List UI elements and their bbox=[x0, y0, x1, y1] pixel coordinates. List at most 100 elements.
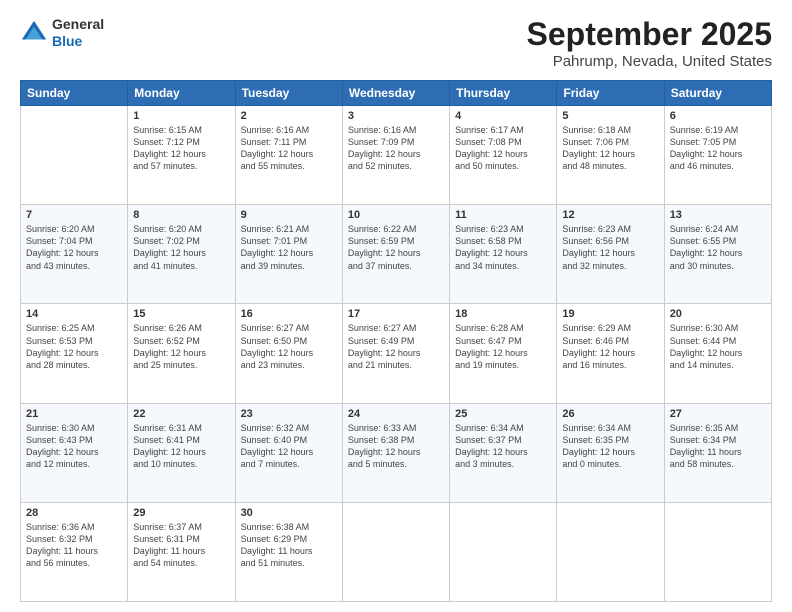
calendar-cell-w2d1: 7 Sunrise: 6:20 AM Sunset: 7:04 PM Daylig… bbox=[21, 205, 128, 304]
day-content: Sunrise: 6:22 AM Sunset: 6:59 PM Dayligh… bbox=[348, 223, 444, 272]
calendar-cell-w4d2: 22Sunrise: 6:31 AM Sunset: 6:41 PM Dayli… bbox=[128, 403, 235, 502]
title-section: September 2025 Pahrump, Nevada, United S… bbox=[527, 16, 772, 70]
calendar-cell-w3d3: 16Sunrise: 6:27 AM Sunset: 6:50 PM Dayli… bbox=[235, 304, 342, 403]
day-number: 3 bbox=[348, 110, 444, 122]
col-tuesday: Tuesday bbox=[235, 81, 342, 106]
day-content: Sunrise: 6:30 AM Sunset: 6:44 PM Dayligh… bbox=[670, 322, 766, 371]
calendar-cell-w5d6 bbox=[557, 502, 664, 601]
day-content: Sunrise: 6:23 AM Sunset: 6:58 PM Dayligh… bbox=[455, 223, 551, 272]
col-sunday: Sunday bbox=[21, 81, 128, 106]
day-number: 12 bbox=[562, 209, 658, 221]
col-saturday: Saturday bbox=[664, 81, 771, 106]
day-number: 27 bbox=[670, 408, 766, 420]
header: General Blue September 2025 Pahrump, Nev… bbox=[20, 16, 772, 70]
calendar-cell-w3d2: 15 Sunrise: 6:26 AM Sunset: 6:52 PM Dayli… bbox=[128, 304, 235, 403]
calendar-cell-w4d7: 27 Sunrise: 6:35 AM Sunset: 6:34 PM Dayli… bbox=[664, 403, 771, 502]
calendar-cell-w1d4: 3 Sunrise: 6:16 AM Sunset: 7:09 PM Daylig… bbox=[342, 106, 449, 205]
day-content: Sunrise: 6:20 AM Sunset: 7:04 PM Dayligh… bbox=[26, 223, 122, 272]
day-number: 7 bbox=[26, 209, 122, 221]
day-number: 2 bbox=[241, 110, 337, 122]
day-content: Sunrise: 6:16 AM Sunset: 7:11 PM Dayligh… bbox=[241, 124, 337, 173]
day-number: 16 bbox=[241, 308, 337, 320]
col-thursday: Thursday bbox=[450, 81, 557, 106]
calendar-cell-w5d1: 28 Sunrise: 6:36 AM Sunset: 6:32 PM Dayli… bbox=[21, 502, 128, 601]
day-content: Sunrise: 6:37 AM Sunset: 6:31 PM Dayligh… bbox=[133, 521, 229, 570]
calendar-cell-w3d1: 14Sunrise: 6:25 AM Sunset: 6:53 PM Dayli… bbox=[21, 304, 128, 403]
calendar-cell-w2d6: 12 Sunrise: 6:23 AM Sunset: 6:56 PM Dayli… bbox=[557, 205, 664, 304]
calendar-cell-w3d6: 19 Sunrise: 6:29 AM Sunset: 6:46 PM Dayli… bbox=[557, 304, 664, 403]
day-content: Sunrise: 6:20 AM Sunset: 7:02 PM Dayligh… bbox=[133, 223, 229, 272]
calendar-cell-w2d2: 8 Sunrise: 6:20 AM Sunset: 7:02 PM Daylig… bbox=[128, 205, 235, 304]
calendar-cell-w4d1: 21 Sunrise: 6:30 AM Sunset: 6:43 PM Dayli… bbox=[21, 403, 128, 502]
day-content: Sunrise: 6:16 AM Sunset: 7:09 PM Dayligh… bbox=[348, 124, 444, 173]
day-content: Sunrise: 6:23 AM Sunset: 6:56 PM Dayligh… bbox=[562, 223, 658, 272]
day-number: 13 bbox=[670, 209, 766, 221]
calendar-subtitle: Pahrump, Nevada, United States bbox=[527, 53, 772, 70]
calendar-cell-w1d6: 5Sunrise: 6:18 AM Sunset: 7:06 PM Daylig… bbox=[557, 106, 664, 205]
day-number: 21 bbox=[26, 408, 122, 420]
logo-text: General Blue bbox=[52, 16, 104, 50]
day-content: Sunrise: 6:28 AM Sunset: 6:47 PM Dayligh… bbox=[455, 322, 551, 371]
day-content: Sunrise: 6:34 AM Sunset: 6:35 PM Dayligh… bbox=[562, 422, 658, 471]
day-number: 6 bbox=[670, 110, 766, 122]
logo-blue: Blue bbox=[52, 33, 104, 50]
week-row-1: 1 Sunrise: 6:15 AM Sunset: 7:12 PM Daylig… bbox=[21, 106, 772, 205]
day-content: Sunrise: 6:35 AM Sunset: 6:34 PM Dayligh… bbox=[670, 422, 766, 471]
calendar-cell-w5d7 bbox=[664, 502, 771, 601]
calendar-cell-w4d5: 25Sunrise: 6:34 AM Sunset: 6:37 PM Dayli… bbox=[450, 403, 557, 502]
col-monday: Monday bbox=[128, 81, 235, 106]
day-content: Sunrise: 6:18 AM Sunset: 7:06 PM Dayligh… bbox=[562, 124, 658, 173]
day-content: Sunrise: 6:17 AM Sunset: 7:08 PM Dayligh… bbox=[455, 124, 551, 173]
day-content: Sunrise: 6:24 AM Sunset: 6:55 PM Dayligh… bbox=[670, 223, 766, 272]
day-number: 8 bbox=[133, 209, 229, 221]
day-content: Sunrise: 6:21 AM Sunset: 7:01 PM Dayligh… bbox=[241, 223, 337, 272]
day-number: 28 bbox=[26, 507, 122, 519]
week-row-3: 14Sunrise: 6:25 AM Sunset: 6:53 PM Dayli… bbox=[21, 304, 772, 403]
calendar-cell-w1d1 bbox=[21, 106, 128, 205]
calendar-cell-w5d4 bbox=[342, 502, 449, 601]
page: General Blue September 2025 Pahrump, Nev… bbox=[0, 0, 792, 612]
day-number: 4 bbox=[455, 110, 551, 122]
calendar-cell-w3d4: 17Sunrise: 6:27 AM Sunset: 6:49 PM Dayli… bbox=[342, 304, 449, 403]
day-number: 10 bbox=[348, 209, 444, 221]
calendar-cell-w2d4: 10 Sunrise: 6:22 AM Sunset: 6:59 PM Dayli… bbox=[342, 205, 449, 304]
day-content: Sunrise: 6:36 AM Sunset: 6:32 PM Dayligh… bbox=[26, 521, 122, 570]
day-content: Sunrise: 6:15 AM Sunset: 7:12 PM Dayligh… bbox=[133, 124, 229, 173]
day-content: Sunrise: 6:26 AM Sunset: 6:52 PM Dayligh… bbox=[133, 322, 229, 371]
day-content: Sunrise: 6:38 AM Sunset: 6:29 PM Dayligh… bbox=[241, 521, 337, 570]
day-number: 1 bbox=[133, 110, 229, 122]
calendar-cell-w2d7: 13 Sunrise: 6:24 AM Sunset: 6:55 PM Dayli… bbox=[664, 205, 771, 304]
calendar-cell-w1d5: 4 Sunrise: 6:17 AM Sunset: 7:08 PM Daylig… bbox=[450, 106, 557, 205]
calendar-cell-w1d2: 1 Sunrise: 6:15 AM Sunset: 7:12 PM Daylig… bbox=[128, 106, 235, 205]
day-number: 22 bbox=[133, 408, 229, 420]
day-content: Sunrise: 6:19 AM Sunset: 7:05 PM Dayligh… bbox=[670, 124, 766, 173]
calendar-cell-w2d5: 11 Sunrise: 6:23 AM Sunset: 6:58 PM Dayli… bbox=[450, 205, 557, 304]
col-wednesday: Wednesday bbox=[342, 81, 449, 106]
calendar-cell-w5d5 bbox=[450, 502, 557, 601]
logo: General Blue bbox=[20, 16, 104, 50]
day-number: 19 bbox=[562, 308, 658, 320]
calendar-cell-w2d3: 9Sunrise: 6:21 AM Sunset: 7:01 PM Daylig… bbox=[235, 205, 342, 304]
calendar-title: September 2025 bbox=[527, 16, 772, 53]
calendar-cell-w4d6: 26Sunrise: 6:34 AM Sunset: 6:35 PM Dayli… bbox=[557, 403, 664, 502]
calendar-cell-w3d5: 18Sunrise: 6:28 AM Sunset: 6:47 PM Dayli… bbox=[450, 304, 557, 403]
day-number: 20 bbox=[670, 308, 766, 320]
calendar-cell-w1d3: 2 Sunrise: 6:16 AM Sunset: 7:11 PM Daylig… bbox=[235, 106, 342, 205]
day-content: Sunrise: 6:30 AM Sunset: 6:43 PM Dayligh… bbox=[26, 422, 122, 471]
day-content: Sunrise: 6:33 AM Sunset: 6:38 PM Dayligh… bbox=[348, 422, 444, 471]
calendar-table: Sunday Monday Tuesday Wednesday Thursday… bbox=[20, 80, 772, 602]
day-content: Sunrise: 6:32 AM Sunset: 6:40 PM Dayligh… bbox=[241, 422, 337, 471]
day-number: 30 bbox=[241, 507, 337, 519]
day-number: 11 bbox=[455, 209, 551, 221]
day-number: 23 bbox=[241, 408, 337, 420]
calendar-cell-w4d4: 24Sunrise: 6:33 AM Sunset: 6:38 PM Dayli… bbox=[342, 403, 449, 502]
day-content: Sunrise: 6:29 AM Sunset: 6:46 PM Dayligh… bbox=[562, 322, 658, 371]
day-number: 15 bbox=[133, 308, 229, 320]
col-friday: Friday bbox=[557, 81, 664, 106]
calendar-cell-w1d7: 6 Sunrise: 6:19 AM Sunset: 7:05 PM Daylig… bbox=[664, 106, 771, 205]
calendar-cell-w3d7: 20 Sunrise: 6:30 AM Sunset: 6:44 PM Dayli… bbox=[664, 304, 771, 403]
calendar-cell-w5d2: 29Sunrise: 6:37 AM Sunset: 6:31 PM Dayli… bbox=[128, 502, 235, 601]
day-content: Sunrise: 6:25 AM Sunset: 6:53 PM Dayligh… bbox=[26, 322, 122, 371]
calendar-cell-w4d3: 23 Sunrise: 6:32 AM Sunset: 6:40 PM Dayli… bbox=[235, 403, 342, 502]
day-content: Sunrise: 6:34 AM Sunset: 6:37 PM Dayligh… bbox=[455, 422, 551, 471]
